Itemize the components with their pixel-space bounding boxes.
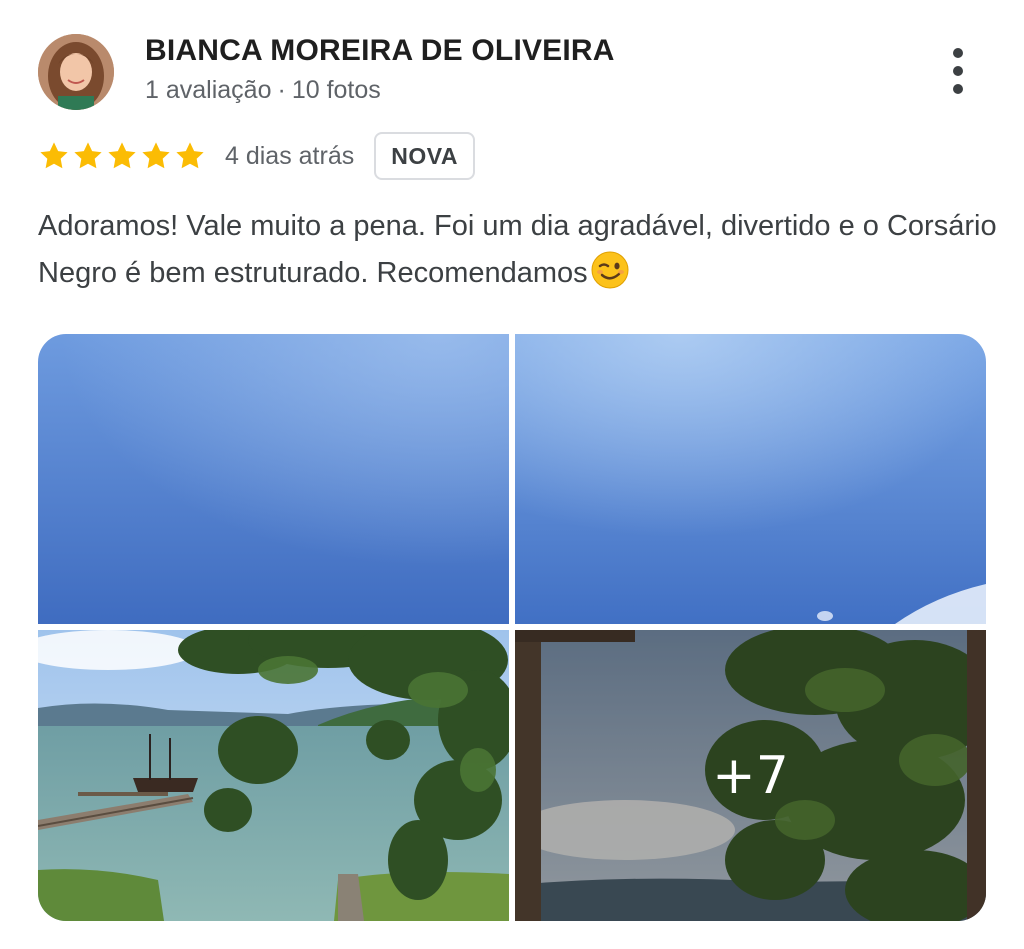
reviewer-meta: 1 avaliação · 10 fotos — [145, 76, 381, 105]
photo-gallery: +7 — [38, 334, 986, 921]
sky-photo-icon — [38, 334, 509, 624]
more-vert-icon[interactable] — [940, 48, 976, 94]
reviews-count: 1 avaliação — [145, 76, 272, 104]
star-rating — [38, 140, 206, 172]
star-icon — [74, 142, 102, 169]
gallery-photo-2[interactable] — [515, 334, 986, 624]
sky-clouds-photo-icon — [515, 334, 986, 624]
review-text: Adoramos! Vale muito a pena. Foi um dia … — [38, 203, 998, 297]
avatar-photo-icon — [38, 34, 114, 110]
bay-pirate-ship-photo-icon — [38, 630, 509, 921]
review-body: Adoramos! Vale muito a pena. Foi um dia … — [38, 210, 997, 289]
reviewer-name[interactable]: BIANCA MOREIRA DE OLIVEIRA — [145, 34, 615, 68]
new-badge: NOVA — [374, 132, 475, 180]
star-icon — [108, 142, 136, 169]
star-icon — [142, 142, 170, 169]
avatar[interactable] — [38, 34, 114, 110]
gallery-photo-1[interactable] — [38, 334, 509, 624]
more-photos-count: +7 — [515, 630, 986, 921]
rating-row: 4 dias atrás NOVA — [38, 130, 475, 182]
winking-face-icon — [591, 251, 629, 289]
star-icon — [40, 142, 68, 169]
star-icon — [176, 142, 204, 169]
gallery-photo-3[interactable] — [38, 630, 509, 921]
review-date: 4 dias atrás — [225, 141, 355, 170]
photos-count: 10 fotos — [291, 76, 381, 104]
meta-separator: · — [277, 76, 286, 104]
gallery-photo-4[interactable]: +7 — [515, 630, 986, 921]
review-card: BIANCA MOREIRA DE OLIVEIRA 1 avaliação · 1… — [0, 0, 1024, 949]
